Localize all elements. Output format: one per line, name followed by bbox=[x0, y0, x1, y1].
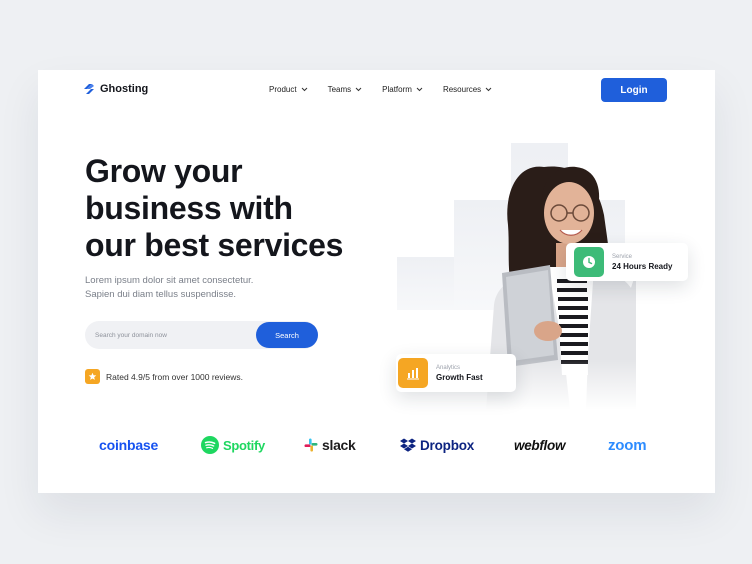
spotify-icon bbox=[201, 436, 219, 454]
analytics-value: Growth Fast bbox=[436, 372, 483, 382]
brand-name: zoom bbox=[608, 436, 647, 454]
nav-item-label: Product bbox=[269, 85, 297, 94]
headline-line: business with bbox=[85, 190, 293, 226]
brand-zoom: zoom bbox=[608, 433, 647, 457]
clock-icon bbox=[583, 256, 595, 268]
logo[interactable]: Ghosting bbox=[83, 83, 148, 95]
nav-item-platform[interactable]: Platform bbox=[382, 85, 423, 94]
landing-page: Ghosting Product Teams Platform Resource… bbox=[38, 70, 715, 493]
service-label: Service bbox=[612, 253, 633, 260]
rating-text: Rated 4.9/5 from over 1000 reviews. bbox=[106, 371, 244, 382]
service-icon-badge bbox=[574, 247, 604, 277]
brand-name: coinbase bbox=[99, 437, 159, 453]
subtext-line: Lorem ipsum dolor sit amet consectetur. bbox=[85, 275, 254, 286]
bar-chart-icon bbox=[407, 368, 419, 380]
star-icon bbox=[88, 372, 97, 380]
brand-logos: coinbase Spotify slack Dropbox webflow z… bbox=[38, 433, 715, 457]
nav-item-label: Teams bbox=[327, 85, 352, 94]
brand-name: Spotify bbox=[223, 437, 265, 453]
nav-item-resources[interactable]: Resources bbox=[443, 85, 492, 94]
nav-item-label: Platform bbox=[382, 85, 412, 94]
ghosting-logo-icon bbox=[84, 84, 94, 94]
brand-dropbox: Dropbox bbox=[400, 433, 474, 457]
analytics-card-text: Analytics Growth Fast bbox=[436, 365, 483, 382]
analytics-card: Analytics Growth Fast bbox=[396, 354, 516, 392]
nav-item-teams[interactable]: Teams bbox=[328, 85, 363, 94]
brand-name: Dropbox bbox=[420, 437, 475, 453]
slack-icon bbox=[304, 438, 318, 452]
brand-slack: slack bbox=[304, 433, 356, 457]
chevron-down-icon bbox=[301, 87, 307, 92]
brand-coinbase: coinbase bbox=[99, 433, 158, 457]
headline-line: our best services bbox=[85, 227, 344, 263]
brand-webflow: webflow bbox=[514, 433, 565, 457]
hero-headline: Grow your business with our best service… bbox=[85, 153, 385, 264]
logo-name: Ghosting bbox=[100, 83, 149, 95]
main-nav: Product Teams Platform Resources bbox=[269, 85, 492, 94]
star-badge bbox=[85, 369, 100, 384]
chevron-down-icon bbox=[485, 87, 492, 92]
brand-spotify: Spotify bbox=[201, 433, 265, 457]
rating: Rated 4.9/5 from over 1000 reviews. bbox=[85, 369, 243, 384]
brand-name: webflow bbox=[514, 437, 566, 453]
analytics-label: Analytics bbox=[436, 364, 461, 371]
service-value: 24 Hours Ready bbox=[612, 261, 673, 271]
domain-search: Search bbox=[85, 321, 318, 349]
chevron-down-icon bbox=[416, 87, 423, 92]
search-button[interactable]: Search bbox=[256, 322, 318, 348]
service-card-text: Service 24 Hours Ready bbox=[612, 254, 672, 271]
headline-line: Grow your bbox=[85, 153, 243, 189]
brand-name: slack bbox=[322, 437, 356, 453]
nav-item-product[interactable]: Product bbox=[269, 85, 308, 94]
analytics-icon-badge bbox=[398, 358, 428, 388]
nav-item-label: Resources bbox=[442, 85, 482, 94]
dropbox-icon bbox=[400, 438, 416, 452]
chevron-down-icon bbox=[355, 87, 362, 92]
subtext-line: Sapien dui diam tellus suspendisse. bbox=[85, 289, 237, 300]
service-card: Service 24 Hours Ready bbox=[566, 243, 688, 281]
hero-subtext: Lorem ipsum dolor sit amet consectetur. … bbox=[85, 274, 295, 302]
login-button[interactable]: Login bbox=[601, 78, 667, 102]
search-input[interactable] bbox=[95, 321, 245, 349]
